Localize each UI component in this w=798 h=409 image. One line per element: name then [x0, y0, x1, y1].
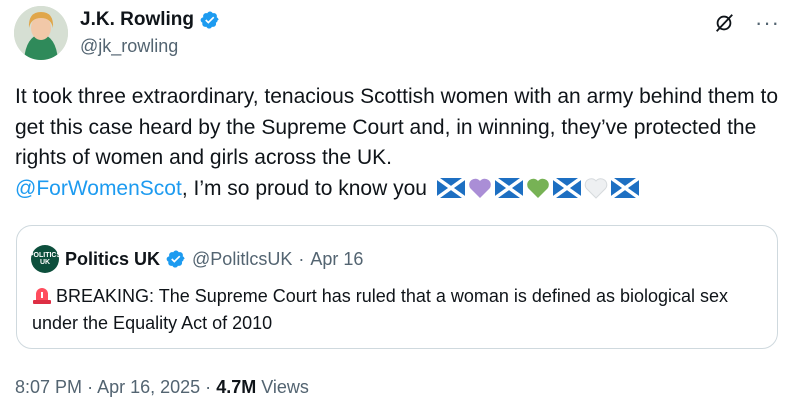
tweet-time[interactable]: 8:07 PM: [15, 377, 82, 397]
white-heart-icon: [584, 177, 608, 199]
scotland-flag-icon: [551, 176, 582, 199]
purple-heart-icon: [468, 177, 492, 199]
tweet-body-after-mention: , I’m so proud to know you: [181, 176, 427, 200]
tweet-meta: 8:07 PM · Apr 16, 2025 · 4.7M Views: [15, 377, 309, 398]
quote-author-name[interactable]: Politics UK: [65, 249, 160, 270]
author-avatar[interactable]: [14, 6, 68, 60]
more-options-icon[interactable]: ···: [755, 12, 780, 34]
emoji-row: [435, 176, 640, 199]
mention-link[interactable]: @ForWomenScot: [15, 177, 182, 200]
quote-author-handle[interactable]: @PolitlcsUK: [192, 249, 292, 270]
quote-avatar[interactable]: POLITICS UK: [29, 245, 61, 273]
scotland-flag-icon: [493, 176, 524, 199]
quoted-tweet[interactable]: POLITICS UK Politics UK @PolitlcsUK · Ap…: [16, 225, 778, 349]
siren-emoji-icon: [32, 285, 52, 305]
meta-separator: ·: [87, 377, 94, 397]
quote-date[interactable]: Apr 16: [310, 249, 363, 270]
verified-badge-icon[interactable]: [200, 10, 220, 30]
quote-separator: ·: [298, 248, 305, 269]
meta-separator: ·: [205, 377, 212, 397]
verified-badge-icon: [166, 249, 186, 269]
views-count: 4.7M: [216, 377, 257, 397]
scotland-flag-icon: [435, 176, 466, 199]
tweet-body: It took three extraordinary, tenacious S…: [15, 85, 778, 169]
tweet-text: It took three extraordinary, tenacious S…: [15, 82, 785, 204]
grok-icon[interactable]: [713, 12, 735, 34]
scotland-flag-icon: [609, 176, 640, 199]
quote-body: BREAKING: The Supreme Court has ruled th…: [32, 286, 729, 333]
green-heart-icon: [526, 177, 550, 199]
author-name[interactable]: J.K. Rowling: [80, 9, 194, 31]
tweet-date[interactable]: Apr 16, 2025: [97, 377, 200, 397]
quote-text: BREAKING: The Supreme Court has ruled th…: [32, 283, 762, 337]
views-label: Views: [261, 377, 309, 397]
author-handle[interactable]: @jk_rowling: [80, 36, 178, 57]
